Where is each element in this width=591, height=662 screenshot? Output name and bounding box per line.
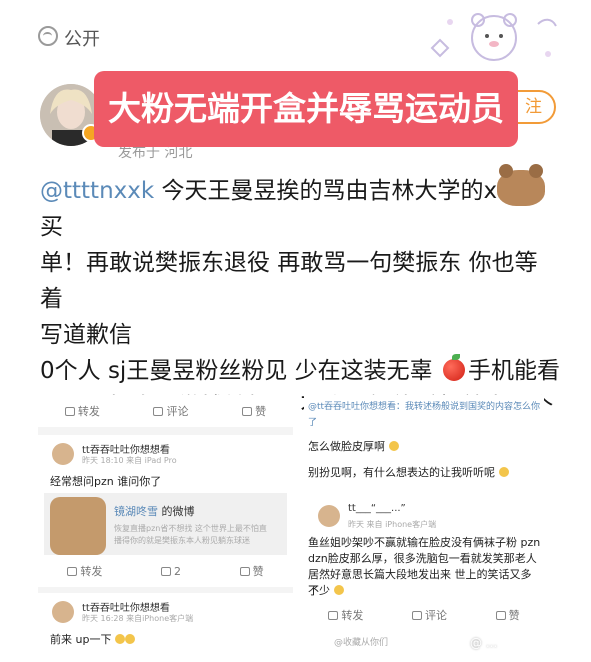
comment-text: 前来 up一下 bbox=[50, 631, 135, 647]
comment-icon bbox=[153, 406, 164, 416]
left-screenshot: 转发 评论 赞 tt吞吞吐吐你想想看 昨天 18:10 来自 iPad Pro … bbox=[38, 395, 293, 655]
thumb-up-icon bbox=[239, 566, 250, 576]
watermark: @ ... bbox=[470, 636, 498, 650]
comment-body-line: 不少 bbox=[308, 583, 344, 599]
post-line-4: 0个人 sj王曼昱粉丝粉见 少在这装无辜 手机能看 bbox=[40, 354, 560, 384]
comment-body-line: 鱼丝姐吵架吵不赢就输在脸皮没有俩袜子粉 pzn bbox=[308, 536, 541, 549]
repost-icon bbox=[64, 406, 75, 416]
like-action[interactable]: 赞 bbox=[239, 563, 264, 579]
action-bar: 转发 评论 赞 bbox=[38, 395, 293, 427]
comment-text: 经常想问pzn 谁问你了 bbox=[50, 475, 162, 488]
repost-chain-text: @tt吞吞吐吐你想想看：我转述杨般说到国奖的内容怎么你了 bbox=[308, 402, 541, 428]
repost-action[interactable]: 转发 bbox=[67, 563, 102, 579]
comment-author: tt吞吞吐吐你想想看 bbox=[82, 445, 170, 456]
avatar bbox=[52, 443, 74, 465]
smile-emoji-icon bbox=[388, 441, 399, 451]
title-banner: 大粉无端开盒并辱骂运动员 bbox=[94, 71, 518, 147]
avatar bbox=[318, 505, 340, 527]
thumb-up-icon bbox=[242, 406, 253, 416]
repost-icon bbox=[67, 566, 78, 576]
action-bar: 转发 评论 赞 bbox=[304, 599, 544, 631]
action-bar: 转发 2 赞 bbox=[38, 555, 293, 587]
reply-text-1: 怎么做脸皮厚啊 bbox=[308, 439, 399, 455]
comment-meta: 昨天 来自 iPhone客户端 bbox=[348, 520, 437, 529]
repost-text-2: 播得你的就是樊振东本人粉见躺东球迷 bbox=[114, 536, 250, 545]
comment-meta: 昨天 18:10 来自 iPad Pro bbox=[82, 456, 177, 465]
comment-author: tt___“___...” bbox=[348, 503, 406, 514]
comment-icon bbox=[160, 566, 171, 576]
post-line-2: 单！再敢说樊振东退役 再敢骂一句樊振东 你也等着 bbox=[40, 250, 538, 312]
comment-body-line: dzn脸皮那么厚，很多洗脑包一看就发笑那老人 bbox=[308, 552, 537, 565]
repost-action[interactable]: 转发 bbox=[64, 403, 100, 419]
bear-sticker-icon bbox=[430, 13, 557, 61]
reply-text-2: 别扮见啊，有什么想表达的让我听听呢 bbox=[308, 465, 509, 481]
like-action[interactable]: 赞 bbox=[495, 607, 520, 623]
post-line-1: @ttttnxxk 今天王曼昱挨的骂由吉林大学的x买 bbox=[40, 164, 560, 245]
post-line-3: 写道歉信 bbox=[40, 322, 132, 348]
visibility-label: 公开 bbox=[64, 29, 100, 50]
like-action[interactable]: 赞 bbox=[242, 403, 266, 419]
comment-meta: 昨天 16:28 来自iPhone客户端 bbox=[82, 614, 194, 623]
repost-author: 镜湖咚雪 的微博 bbox=[114, 505, 195, 518]
comment-card: tt吞吞吐吐你想想看 昨天 16:28 来自iPhone客户端 前来 up一下 bbox=[38, 593, 293, 655]
smile-emoji-icon bbox=[333, 585, 344, 595]
apple-icon bbox=[442, 354, 465, 381]
smile-emoji-icon bbox=[114, 634, 125, 644]
comment-action[interactable]: 评论 bbox=[411, 607, 447, 623]
thumb-up-icon bbox=[495, 610, 506, 620]
repost-icon bbox=[328, 610, 339, 620]
blurred-avatar bbox=[50, 497, 106, 555]
comment-author: tt吞吞吐吐你想想看 bbox=[82, 603, 170, 614]
bear-sticker-icon bbox=[497, 164, 546, 206]
smile-emoji-icon bbox=[124, 634, 135, 644]
right-screenshot: @tt吞吞吐吐你想想看：我转述杨般说到国奖的内容怎么你了 怎么做脸皮厚啊 别扮见… bbox=[304, 395, 544, 655]
smile-emoji-icon bbox=[498, 467, 509, 477]
comment-icon bbox=[411, 610, 422, 620]
comment-action[interactable]: 2 bbox=[160, 565, 181, 578]
comment-action[interactable]: 评论 bbox=[153, 403, 188, 419]
repost-text-1: 恢复直播pzn省不想找 这个世界上最不怕直 bbox=[114, 524, 267, 533]
globe-icon bbox=[38, 26, 58, 46]
mention-link[interactable]: @ttttnxxk bbox=[40, 178, 154, 204]
avatar bbox=[52, 601, 74, 623]
footer-text: @收藏从你们 bbox=[334, 638, 389, 648]
repost-action[interactable]: 转发 bbox=[328, 607, 363, 623]
